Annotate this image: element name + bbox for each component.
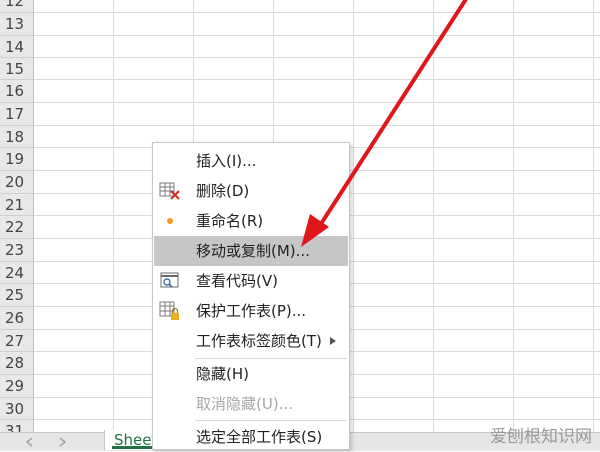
annotation-arrow-icon [301, 0, 468, 247]
watermark-text: 爱刨根知识网 [490, 427, 592, 447]
